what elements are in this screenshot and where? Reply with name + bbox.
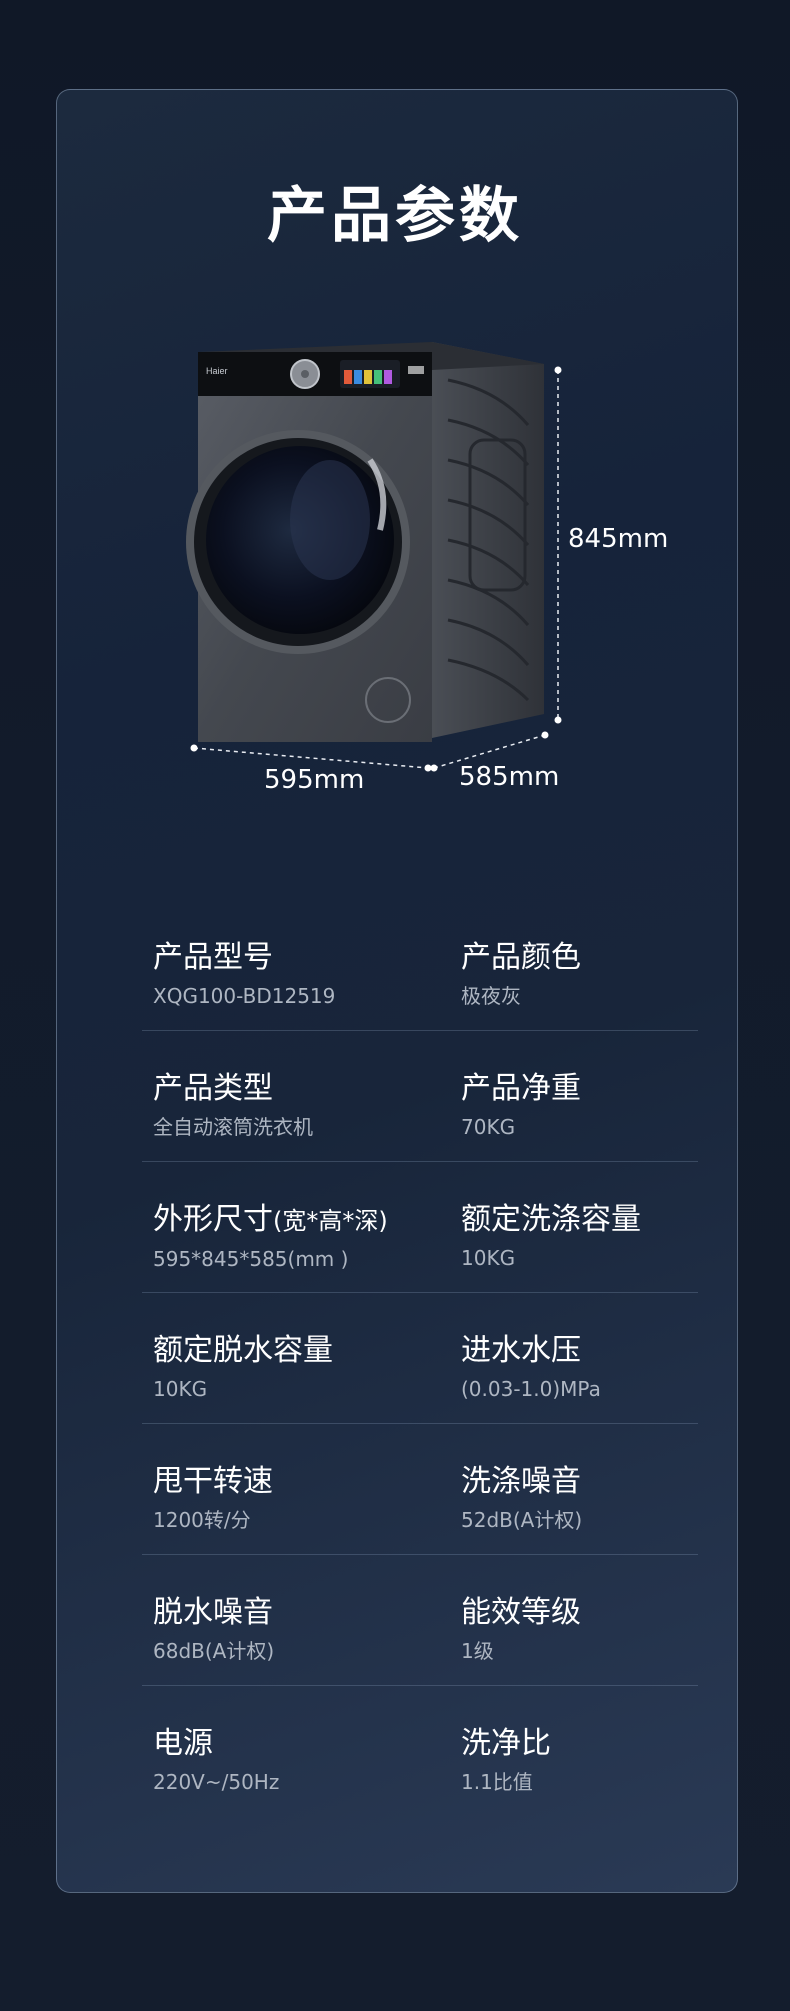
spec-item: 产品型号 XQG100-BD12519 xyxy=(153,938,335,1010)
spec-value: 595*845*585(mm ) xyxy=(153,1247,349,1271)
spec-row: 额定脱水容量 10KG 进水水压 (0.03-1.0)MPa xyxy=(56,1293,738,1424)
spec-value: 1.1比值 xyxy=(461,1770,533,1794)
spec-table: 产品型号 XQG100-BD12519 产品颜色 极夜灰 产品类型 全自动滚筒洗… xyxy=(56,900,738,1817)
spec-label: 洗净比 xyxy=(461,1726,551,1761)
spec-value: 220V~/50Hz xyxy=(153,1770,280,1794)
spec-label: 产品净重 xyxy=(461,1071,581,1106)
spec-row: 外形尺寸(宽*高*深) 595*845*585(mm ) 额定洗涤容量 10KG xyxy=(56,1162,738,1293)
spec-item: 额定脱水容量 10KG xyxy=(153,1331,333,1403)
spec-label: 脱水噪音 xyxy=(153,1595,273,1630)
spec-row: 产品类型 全自动滚筒洗衣机 产品净重 70KG xyxy=(56,1031,738,1162)
spec-label: 产品型号 xyxy=(153,940,273,975)
spec-value: 68dB(A计权) xyxy=(153,1639,275,1663)
spec-label: 产品颜色 xyxy=(461,940,581,975)
spec-item: 产品颜色 极夜灰 xyxy=(461,938,581,1010)
spec-item: 甩干转速 1200转/分 xyxy=(153,1462,273,1534)
spec-label: 额定洗涤容量 xyxy=(461,1202,641,1237)
depth-dimension: 585mm xyxy=(459,762,560,792)
svg-text:Haier: Haier xyxy=(206,366,228,376)
spec-label: 洗涤噪音 xyxy=(461,1464,581,1499)
spec-item: 脱水噪音 68dB(A计权) xyxy=(153,1593,274,1665)
spec-item: 额定洗涤容量 10KG xyxy=(461,1200,641,1272)
spec-label: 产品类型 xyxy=(153,1071,273,1106)
spec-item: 产品净重 70KG xyxy=(461,1069,581,1141)
spec-item: 外形尺寸(宽*高*深) 595*845*585(mm ) xyxy=(153,1200,388,1273)
spec-item: 产品类型 全自动滚筒洗衣机 xyxy=(153,1069,313,1141)
spec-item: 进水水压 (0.03-1.0)MPa xyxy=(461,1331,601,1403)
spec-item: 电源 220V~/50Hz xyxy=(153,1724,279,1796)
spec-label-main: 外形尺寸 xyxy=(153,1202,273,1237)
spec-label: 额定脱水容量 xyxy=(153,1333,333,1368)
spec-row: 脱水噪音 68dB(A计权) 能效等级 1级 xyxy=(56,1555,738,1686)
width-dimension: 595mm xyxy=(264,765,365,795)
washing-machine-image: Haier xyxy=(186,342,562,772)
height-dimension: 845mm xyxy=(568,524,669,554)
spec-value: 10KG xyxy=(153,1377,208,1401)
spec-value: 10KG xyxy=(461,1246,516,1270)
spec-label: 外形尺寸(宽*高*深) xyxy=(153,1200,388,1241)
spec-value: 全自动滚筒洗衣机 xyxy=(153,1115,313,1139)
spec-item: 洗净比 1.1比值 xyxy=(461,1724,551,1796)
spec-value: XQG100-BD12519 xyxy=(153,984,336,1008)
spec-label: 能效等级 xyxy=(461,1595,581,1630)
spec-value: 1级 xyxy=(461,1639,494,1663)
spec-label: 进水水压 xyxy=(461,1333,581,1368)
spec-value: 1200转/分 xyxy=(153,1508,251,1532)
spec-row: 产品型号 XQG100-BD12519 产品颜色 极夜灰 xyxy=(56,900,738,1031)
spec-value: 70KG xyxy=(461,1115,516,1139)
spec-value: (0.03-1.0)MPa xyxy=(461,1377,601,1401)
spec-item: 能效等级 1级 xyxy=(461,1593,581,1665)
spec-row: 电源 220V~/50Hz 洗净比 1.1比值 xyxy=(56,1686,738,1817)
spec-label: 甩干转速 xyxy=(153,1464,273,1499)
spec-label-suffix: (宽*高*深) xyxy=(273,1207,388,1235)
spec-item: 洗涤噪音 52dB(A计权) xyxy=(461,1462,582,1534)
spec-value: 52dB(A计权) xyxy=(461,1508,583,1532)
spec-label: 电源 xyxy=(153,1726,213,1761)
page-title: 产品参数 xyxy=(267,181,523,251)
spec-row: 甩干转速 1200转/分 洗涤噪音 52dB(A计权) xyxy=(56,1424,738,1555)
spec-value: 极夜灰 xyxy=(461,984,521,1008)
